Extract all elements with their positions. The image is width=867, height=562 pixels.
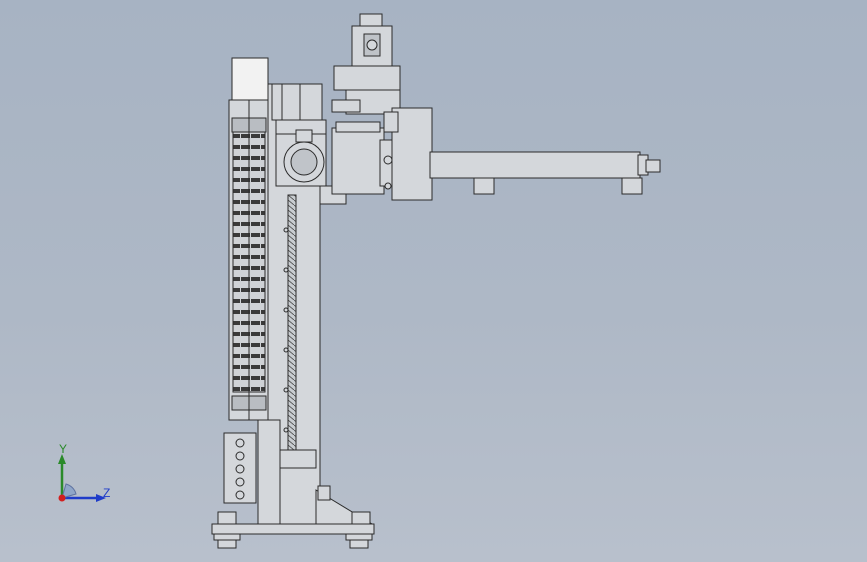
carriage-block [331,121,397,195]
horizontal-arm [383,107,661,201]
origin-icon [58,494,66,502]
cable-drag-chain [228,57,270,421]
y-axis-label: Y [59,442,68,456]
control-box [223,432,257,504]
servo-motor [331,13,401,115]
cad-viewport[interactable]: Y Z [0,0,867,562]
gantry-robot-model[interactable] [0,0,867,562]
z-axis-label: Z [103,486,111,500]
